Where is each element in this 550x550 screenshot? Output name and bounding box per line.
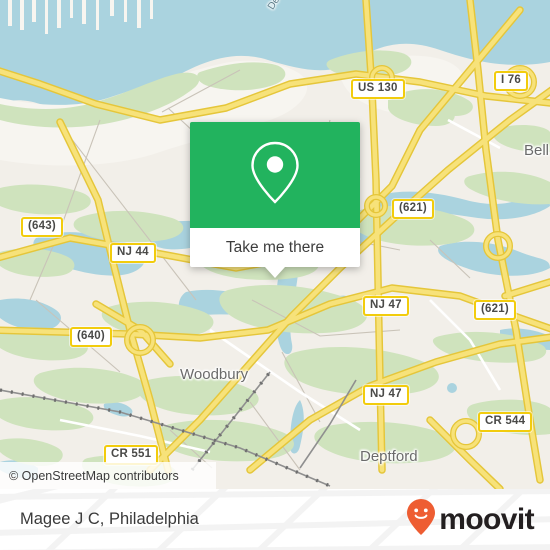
route-shield-621-b[interactable]: (621) (474, 300, 516, 320)
attribution-text: © OpenStreetMap contributors (9, 468, 179, 483)
place-label-bell: Bell (524, 142, 550, 159)
moovit-brand[interactable]: moovit (406, 489, 535, 550)
place-label-woodbury: Woodbury (180, 366, 249, 383)
moovit-map-screen: Delaware Woodbury Deptford Bell US 130 I… (0, 0, 550, 550)
footer-title-text: Magee J C, Philadelphia (20, 510, 199, 528)
page-title: Magee J C, Philadelphia (20, 489, 199, 550)
route-shield-nj-44[interactable]: NJ 44 (110, 243, 156, 263)
route-shield-cr-544[interactable]: CR 544 (478, 412, 533, 432)
location-popup[interactable]: Take me there (190, 122, 360, 278)
popup-header (190, 122, 360, 228)
take-me-there-button[interactable]: Take me there (190, 228, 360, 267)
popup-tail (265, 267, 285, 278)
route-shield-i-76[interactable]: I 76 (494, 71, 528, 91)
place-label-deptford: Deptford (360, 448, 418, 465)
take-me-there-label: Take me there (225, 238, 325, 256)
route-shield-621-a[interactable]: (621) (392, 199, 434, 219)
moovit-wordmark: moovit (439, 502, 534, 536)
route-shield-640[interactable]: (640) (70, 327, 112, 347)
map-canvas[interactable]: Delaware Woodbury Deptford Bell US 130 I… (0, 0, 550, 489)
map-attribution[interactable]: © OpenStreetMap contributors (0, 462, 216, 489)
map-pin-icon (249, 140, 301, 211)
footer-bar: Magee J C, Philadelphia moovit (0, 489, 550, 550)
route-shield-nj-47-a[interactable]: NJ 47 (363, 296, 409, 316)
route-shield-us-130[interactable]: US 130 (351, 79, 405, 99)
moovit-smiley-pin-icon (406, 498, 436, 541)
route-shield-643[interactable]: (643) (21, 217, 63, 237)
route-shield-nj-47-b[interactable]: NJ 47 (363, 385, 409, 405)
